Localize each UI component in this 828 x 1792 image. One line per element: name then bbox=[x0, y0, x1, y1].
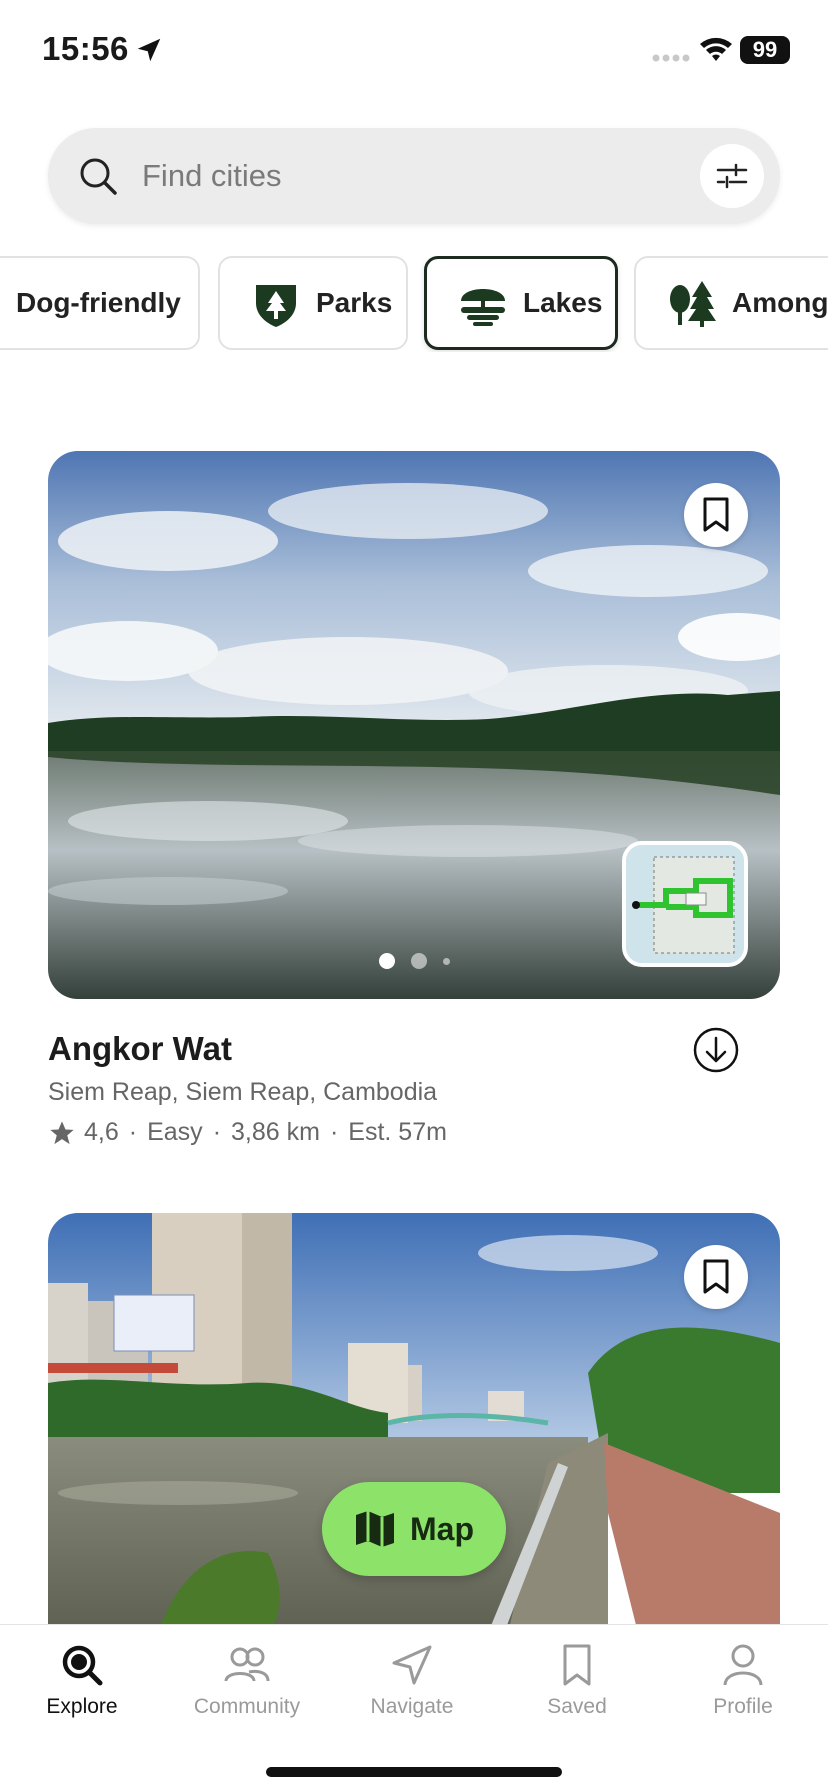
category-chips: Dog-friendly Parks Lakes Among bbox=[0, 256, 828, 352]
tab-profile[interactable]: Profile bbox=[668, 1643, 818, 1719]
search-input[interactable] bbox=[142, 128, 642, 224]
separator: · bbox=[329, 1118, 339, 1146]
signal-icon bbox=[652, 54, 690, 62]
time-estimate: Est. 57m bbox=[348, 1118, 447, 1146]
home-indicator bbox=[266, 1767, 562, 1777]
tab-label: Saved bbox=[547, 1695, 607, 1718]
bookmark-icon bbox=[563, 1644, 591, 1686]
tab-label: Explore bbox=[46, 1695, 118, 1718]
route-map-icon bbox=[626, 845, 744, 963]
map-button-label: Map bbox=[410, 1510, 474, 1547]
trail-stats: 4,6 · Easy · 3,86 km · Est. 57m bbox=[48, 1118, 447, 1147]
filter-icon bbox=[716, 163, 748, 189]
people-icon bbox=[224, 1647, 270, 1682]
status-bar: 15:56 99 bbox=[0, 0, 828, 100]
trees-icon bbox=[670, 281, 716, 327]
chip-lakes[interactable]: Lakes bbox=[424, 256, 618, 350]
chip-label: Lakes bbox=[523, 287, 603, 318]
chip-among-trees[interactable]: Among bbox=[634, 256, 828, 350]
bookmark-button[interactable] bbox=[684, 483, 748, 547]
bookmark-button[interactable] bbox=[684, 1245, 748, 1309]
park-shield-icon bbox=[256, 285, 296, 327]
page-dot bbox=[378, 953, 395, 969]
navigate-icon bbox=[392, 1645, 432, 1685]
trail-mini-map[interactable] bbox=[622, 841, 748, 967]
map-view-button[interactable]: Map bbox=[322, 1482, 506, 1576]
search-icon bbox=[80, 158, 117, 195]
difficulty: Easy bbox=[147, 1118, 203, 1146]
chip-label: Dog-friendly bbox=[16, 287, 181, 318]
tab-navigate[interactable]: Navigate bbox=[337, 1643, 487, 1719]
search-icon bbox=[62, 1645, 103, 1686]
page-dot bbox=[442, 957, 450, 965]
trail-location: Siem Reap, Siem Reap, Cambodia bbox=[48, 1078, 438, 1106]
chip-dog-friendly[interactable]: Dog-friendly bbox=[0, 256, 200, 350]
person-icon bbox=[723, 1644, 763, 1686]
separator: · bbox=[212, 1118, 222, 1146]
tab-community[interactable]: Community bbox=[172, 1643, 322, 1719]
tab-label: Community bbox=[193, 1695, 301, 1718]
tab-saved[interactable]: Saved bbox=[502, 1643, 652, 1719]
rating-value: 4,6 bbox=[84, 1118, 119, 1146]
bookmark-icon bbox=[703, 1259, 729, 1294]
star-icon bbox=[50, 1120, 74, 1144]
battery-indicator: 99 bbox=[740, 36, 790, 64]
location-arrow-icon bbox=[137, 38, 161, 62]
tab-label: Profile bbox=[713, 1695, 773, 1718]
filter-button[interactable] bbox=[700, 144, 764, 208]
distance: 3,86 km bbox=[231, 1118, 320, 1146]
status-time: 15:56 bbox=[42, 30, 129, 67]
search-bar[interactable] bbox=[48, 128, 780, 224]
download-icon[interactable] bbox=[692, 1026, 740, 1074]
lake-tree-icon bbox=[461, 289, 505, 326]
trail-title[interactable]: Angkor Wat bbox=[48, 1030, 232, 1068]
chip-parks[interactable]: Parks bbox=[218, 256, 408, 350]
separator: · bbox=[128, 1118, 138, 1146]
chip-label: Parks bbox=[316, 287, 393, 318]
chip-label: Among bbox=[732, 287, 828, 318]
bookmark-icon bbox=[703, 497, 729, 532]
tab-explore[interactable]: Explore bbox=[7, 1643, 157, 1719]
page-dot bbox=[410, 953, 427, 969]
tab-label: Navigate bbox=[370, 1695, 454, 1718]
trail-photo[interactable] bbox=[48, 451, 780, 999]
wifi-icon bbox=[700, 37, 732, 61]
map-icon bbox=[356, 1511, 394, 1547]
